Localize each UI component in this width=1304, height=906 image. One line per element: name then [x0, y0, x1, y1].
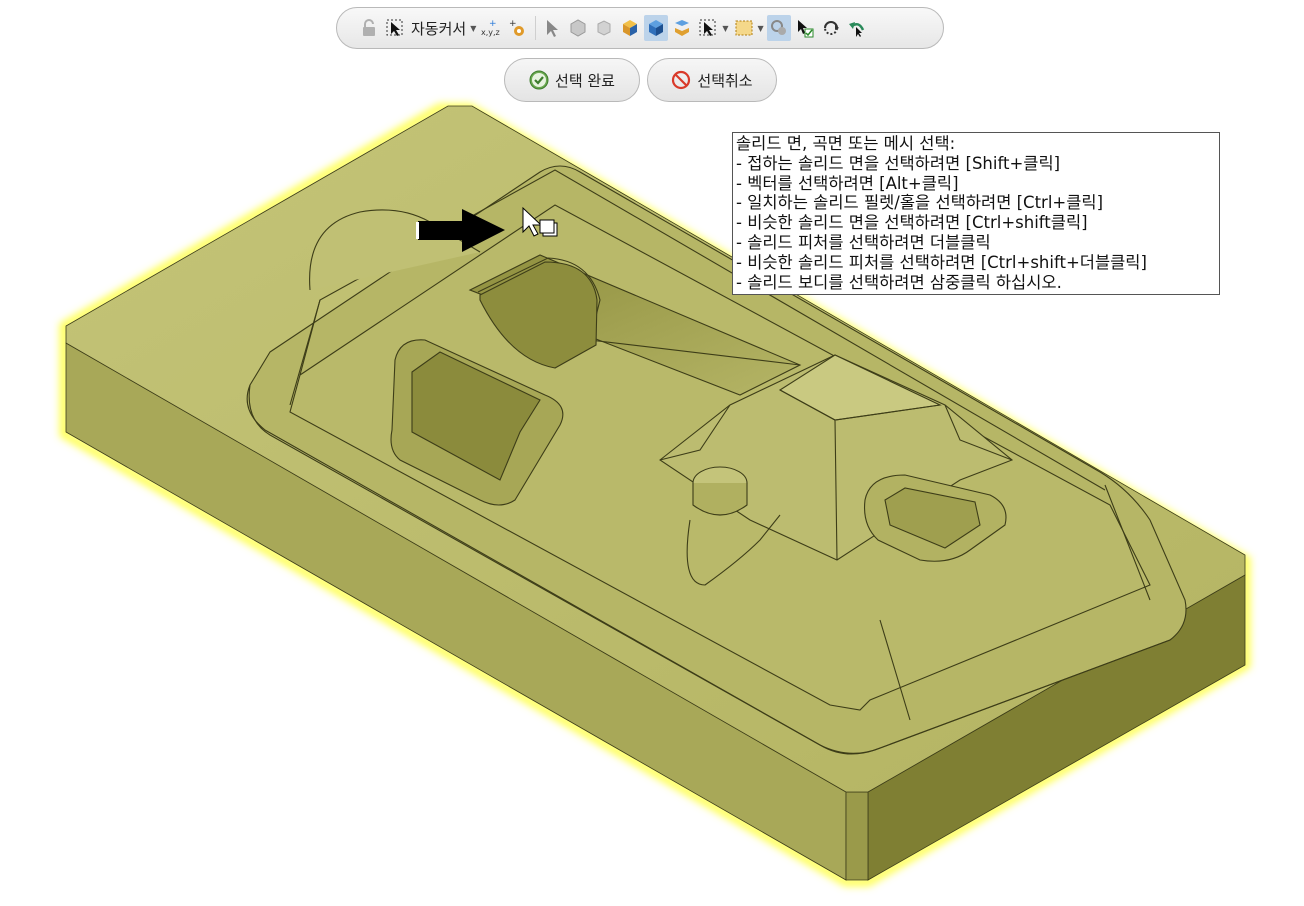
selection-done-label: 선택 완료: [555, 71, 615, 90]
coordinate-xyz-icon[interactable]: x,y,z +: [479, 15, 503, 41]
help-line: - 솔리드 피처를 선택하려면 더블클릭: [736, 232, 991, 252]
svg-text:+: +: [489, 19, 497, 29]
selection-cancel-button[interactable]: 선택취소: [647, 58, 777, 102]
help-line: - 비슷한 솔리드 피처를 선택하려면 [Ctrl+shift+더블클릭]: [736, 252, 1147, 272]
auto-cursor-icon[interactable]: [383, 15, 407, 41]
solid-face-alt-icon[interactable]: [592, 15, 616, 41]
gear-add-icon[interactable]: +: [505, 15, 529, 41]
solid-blue-icon[interactable]: [644, 15, 669, 41]
help-line: - 일치하는 솔리드 필렛/홀을 선택하려면 [Ctrl+클릭]: [736, 193, 1104, 213]
help-line: - 접하는 솔리드 면을 선택하려면 [Shift+클릭]: [736, 153, 1061, 173]
selection-help-tooltip: 솔리드 면, 곡면 또는 메시 선택: - 접하는 솔리드 면을 선택하려면 […: [732, 132, 1220, 295]
selection-done-button[interactable]: 선택 완료: [504, 58, 640, 102]
selection-toolbar: 자동커서 ▼ x,y,z + + ▼ ▼: [336, 7, 944, 49]
cancel-circle-icon: [672, 70, 691, 90]
help-line: - 벡터를 선택하려면 [Alt+클릭]: [736, 173, 959, 193]
select-arrow-icon[interactable]: [540, 15, 564, 41]
box-select-icon[interactable]: [732, 15, 756, 41]
select-filter-icon[interactable]: [766, 15, 791, 41]
undo-select-icon[interactable]: [845, 15, 869, 41]
select-rect-icon[interactable]: [696, 15, 720, 41]
solid-face-icon[interactable]: [566, 15, 590, 41]
chevron-down-icon[interactable]: ▼: [758, 24, 764, 33]
toolbar-divider: [535, 16, 537, 40]
lock-icon[interactable]: [357, 15, 381, 41]
block-corner-face[interactable]: [845, 791, 869, 881]
solid-body-icon[interactable]: [618, 15, 642, 41]
rotate-view-icon[interactable]: [819, 15, 843, 41]
select-confirm-icon[interactable]: [793, 15, 817, 41]
chevron-down-icon[interactable]: ▼: [470, 24, 476, 33]
chevron-down-icon[interactable]: ▼: [722, 24, 728, 33]
cursor-mode-label[interactable]: 자동커서: [411, 18, 466, 39]
check-circle-icon: [529, 70, 549, 90]
solid-stack-icon[interactable]: [670, 15, 694, 41]
help-line: - 솔리드 보디를 선택하려면 삼중클릭 하십시오.: [736, 272, 1062, 292]
svg-text:x,y,z: x,y,z: [481, 28, 500, 37]
help-line: 솔리드 면, 곡면 또는 메시 선택:: [736, 134, 956, 153]
help-line: - 비슷한 솔리드 면을 선택하려면 [Ctrl+shift클릭]: [736, 213, 1088, 233]
svg-text:+: +: [509, 19, 517, 29]
selection-cancel-label: 선택취소: [697, 71, 753, 90]
